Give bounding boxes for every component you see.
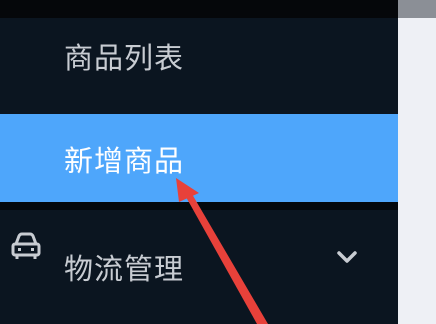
chevron-down-icon[interactable] — [336, 250, 358, 264]
top-bar-strip — [0, 0, 398, 18]
sidebar-item-label: 物流管理 — [64, 252, 185, 286]
main-content-area — [398, 18, 436, 324]
sidebar-item-label: 商品列表 — [64, 41, 185, 75]
sidebar-divider — [0, 202, 398, 210]
sidebar: 商品列表 新增商品 物流管理 — [0, 18, 398, 324]
sidebar-item-logistics[interactable]: 物流管理 — [0, 210, 398, 324]
sidebar-item-add-product[interactable]: 新增商品 — [0, 114, 398, 202]
sidebar-item-product-list[interactable]: 商品列表 — [0, 18, 398, 114]
car-icon — [11, 232, 41, 259]
content-header-strip — [398, 0, 436, 18]
sidebar-item-label: 新增商品 — [64, 144, 185, 178]
